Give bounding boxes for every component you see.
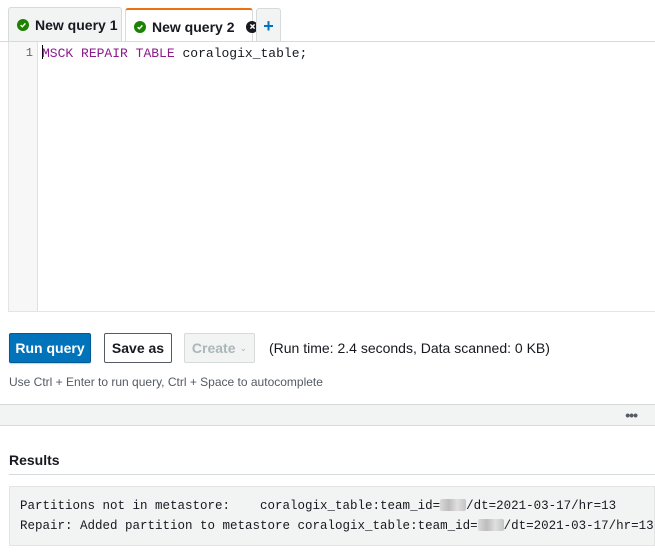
keyboard-hint: Use Ctrl + Enter to run query, Ctrl + Sp… [9,375,323,389]
tab-new-query-2[interactable]: New query 2 [125,8,259,43]
run-stats: (Run time: 2.4 seconds, Data scanned: 0 … [269,340,550,356]
check-circle-icon [17,18,29,31]
tab-label: New query 1 [35,16,118,33]
plus-icon: + [263,15,274,36]
check-circle-icon [134,20,146,33]
sql-keyword: REPAIR [81,46,128,61]
tab-label: New query 2 [152,18,235,35]
results-heading: Results [9,452,60,468]
panel-resize-bar[interactable]: ••• [0,404,655,426]
result-line: Repair: Added partition to metastore cor… [20,519,654,533]
result-line: Partitions not in metastore: coralogix_t… [20,499,617,513]
line-number-gutter: 1 [9,42,38,311]
redacted-team-id [440,499,467,511]
tab-new-query-1[interactable]: New query 1 [8,7,122,41]
add-tab-button[interactable]: + [256,8,281,42]
query-tab-bar: New query 1 New query 2 + [0,0,655,43]
run-query-button[interactable]: Run query [9,333,91,363]
results-output: Partitions not in metastore: coralogix_t… [9,486,655,546]
sql-keyword: TABLE [135,46,175,61]
sql-identifier: coralogix_table; [182,46,308,61]
create-label: Create [191,340,236,356]
chevron-down-icon: ⌄ [239,342,248,353]
create-dropdown-button[interactable]: Create ⌄ [184,333,255,363]
line-number: 1 [25,46,33,60]
redacted-team-id [477,519,504,531]
more-options-icon[interactable]: ••• [625,407,638,423]
code-line[interactable]: MSCK REPAIR TABLE coralogix_table; [42,45,307,61]
results-divider [9,474,655,475]
sql-keyword: MSCK [42,46,74,61]
save-as-button[interactable]: Save as [104,333,172,363]
query-editor[interactable]: 1 MSCK REPAIR TABLE coralogix_table; [8,42,655,312]
